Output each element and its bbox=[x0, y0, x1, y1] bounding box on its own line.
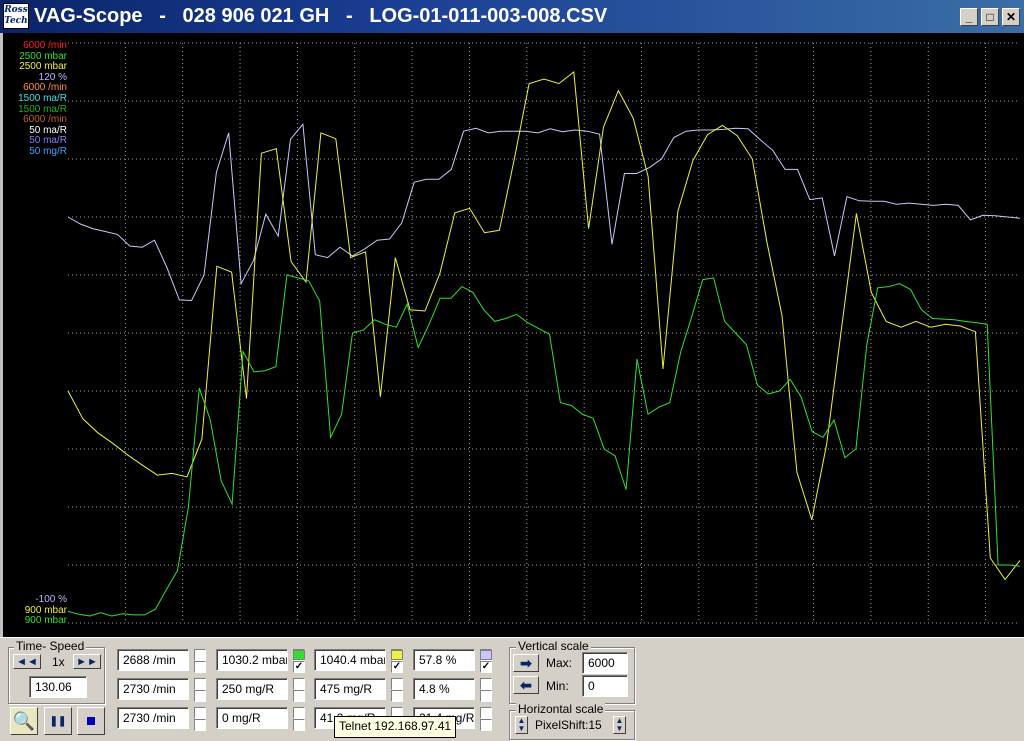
value-field: 2688 /min bbox=[117, 649, 189, 671]
channel-checkbox[interactable] bbox=[194, 719, 206, 731]
close-button[interactable]: ✕ bbox=[1002, 8, 1020, 26]
close-icon: ✕ bbox=[1005, 10, 1017, 24]
channel-checkbox[interactable] bbox=[480, 678, 492, 690]
scale-left-button[interactable]: ⬅ bbox=[513, 676, 539, 694]
rewind-icon: ◄◄ bbox=[16, 655, 38, 668]
channel-checkbox[interactable] bbox=[293, 707, 305, 719]
horizontal-scale-label: Horizontal scale bbox=[516, 702, 606, 716]
channel-checkbox[interactable] bbox=[480, 690, 492, 702]
telnet-tooltip: Telnet 192.168.97.41 bbox=[334, 716, 457, 738]
pixelshift-right-spinner[interactable]: ▲ ▼ bbox=[613, 716, 626, 734]
max-label: Max: bbox=[546, 656, 573, 670]
control-panel: Time- Speed ◄◄ 1x ►► 130.06 🔍 ❚❚ Vertica… bbox=[0, 637, 1024, 741]
channel-checkbox[interactable] bbox=[293, 719, 305, 731]
channel-checkbox[interactable] bbox=[194, 649, 206, 661]
rewind-button[interactable]: ◄◄ bbox=[13, 654, 41, 669]
channel-checkbox[interactable] bbox=[480, 719, 492, 731]
stop-icon bbox=[87, 717, 95, 725]
series-line bbox=[67, 71, 1021, 581]
pause-button[interactable]: ❚❚ bbox=[44, 707, 72, 735]
arrow-right-icon: ➡ bbox=[520, 654, 532, 671]
spin-down-icon: ▼ bbox=[517, 724, 526, 733]
channel-checkbox[interactable] bbox=[293, 678, 305, 690]
value-field: 1030.2 mbar bbox=[216, 649, 288, 671]
minimize-icon: _ bbox=[965, 10, 973, 24]
series-line bbox=[67, 122, 1021, 302]
stop-button[interactable] bbox=[77, 707, 105, 735]
scale-label-bottom: -100 % bbox=[35, 594, 67, 605]
channel-checkbox[interactable] bbox=[391, 690, 403, 702]
zoom-button[interactable]: 🔍 bbox=[10, 707, 38, 735]
maximize-icon: □ bbox=[986, 10, 994, 24]
scale-right-button[interactable]: ➡ bbox=[513, 654, 539, 672]
value-field: 57.8 % bbox=[413, 649, 475, 671]
value-field: 250 mg/R bbox=[216, 678, 288, 700]
vertical-scale-label: Vertical scale bbox=[516, 639, 591, 653]
channel-checkbox[interactable]: ✓ bbox=[480, 661, 492, 673]
scope-chart bbox=[67, 42, 1021, 624]
value-field: 2730 /min bbox=[117, 678, 189, 700]
scale-label-top: 1500 ma/R bbox=[18, 93, 67, 104]
scale-label-top: 50 mg/R bbox=[29, 146, 67, 157]
value-field: 4.8 % bbox=[413, 678, 475, 700]
fast-forward-icon: ►► bbox=[76, 655, 98, 668]
value-field: 475 mg/R bbox=[314, 678, 386, 700]
scale-label-top: 6000 /min bbox=[23, 40, 67, 51]
value-field: 2730 /min bbox=[117, 707, 189, 729]
spin-down-icon: ▼ bbox=[615, 724, 624, 733]
channel-checkbox[interactable] bbox=[194, 678, 206, 690]
scope-plot[interactable]: 6000 /min 2500 mbar 2500 mbar 120 % 6000 /mi… bbox=[0, 33, 1024, 637]
speed-value: 1x bbox=[52, 655, 65, 669]
channel-checkbox[interactable] bbox=[391, 678, 403, 690]
arrow-left-icon: ⬅ bbox=[520, 676, 532, 693]
value-field: 1040.4 mbar bbox=[314, 649, 386, 671]
min-value-field[interactable]: 0 bbox=[582, 675, 628, 697]
channel-checkbox[interactable] bbox=[293, 690, 305, 702]
title-bar: Ross Tech VAG-Scope - 028 906 021 GH - LO… bbox=[0, 0, 1024, 33]
maximize-button[interactable]: □ bbox=[981, 8, 999, 26]
minimize-button[interactable]: _ bbox=[960, 8, 978, 26]
window-title: VAG-Scope - 028 906 021 GH - LOG-01-011-… bbox=[34, 5, 608, 27]
series-color-swatch bbox=[480, 650, 492, 660]
channel-checkbox[interactable] bbox=[194, 690, 206, 702]
time-position-field[interactable]: 130.06 bbox=[29, 676, 87, 698]
magnifier-icon: 🔍 bbox=[12, 710, 36, 731]
channel-checkbox[interactable]: ✓ bbox=[391, 661, 403, 673]
value-field: 0 mg/R bbox=[216, 707, 288, 729]
channel-checkbox[interactable]: ✓ bbox=[293, 661, 305, 673]
min-label: Min: bbox=[546, 679, 569, 693]
series-color-swatch bbox=[391, 650, 403, 660]
fast-forward-button[interactable]: ►► bbox=[73, 654, 101, 669]
pause-icon: ❚❚ bbox=[49, 715, 67, 727]
time-speed-label: Time- Speed bbox=[14, 639, 87, 653]
channel-checkbox[interactable] bbox=[480, 707, 492, 719]
series-color-swatch bbox=[293, 650, 305, 660]
channel-checkbox[interactable] bbox=[194, 707, 206, 719]
max-value-field[interactable]: 6000 bbox=[582, 652, 628, 674]
pixelshift-value: PixelShift:15 bbox=[535, 718, 602, 732]
scale-label-bottom: 900 mbar bbox=[24, 615, 67, 627]
ross-tech-logo: Ross Tech bbox=[3, 3, 29, 29]
pixelshift-left-spinner[interactable]: ▲ ▼ bbox=[515, 716, 528, 734]
channel-checkbox[interactable] bbox=[194, 661, 206, 673]
